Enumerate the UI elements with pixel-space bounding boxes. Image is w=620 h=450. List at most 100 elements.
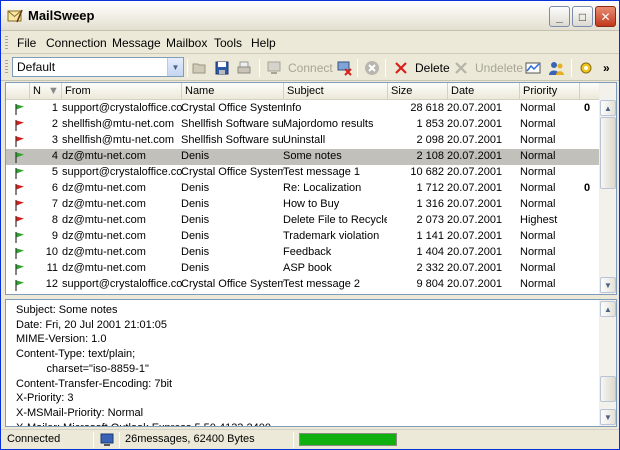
- message-number: 2: [51, 118, 58, 130]
- message-date: 20.07.2001: [447, 230, 503, 242]
- column-number[interactable]: N ▼: [30, 83, 62, 100]
- close-button[interactable]: ✕: [595, 6, 616, 27]
- menu-file[interactable]: File: [17, 36, 36, 50]
- message-from: support@crystaloffice.com: [62, 102, 182, 114]
- minimize-button[interactable]: _: [549, 6, 570, 27]
- status-divider: [293, 432, 294, 448]
- computer-icon: [100, 433, 114, 446]
- red-flag-icon: [15, 216, 24, 227]
- message-row[interactable]: 2 shellfish@mtu-net.com Shellfish Software…: [6, 117, 600, 133]
- message-row[interactable]: 1 support@crystaloffice.com Crystal Office…: [6, 101, 600, 117]
- users-icon: [549, 62, 564, 75]
- message-row[interactable]: 12 support@crystaloffice.com Crystal Offic…: [6, 277, 600, 293]
- title-bar[interactable]: MailSweep _ □ ✕: [1, 1, 619, 31]
- preview-scrollbar[interactable]: ▲ ▼: [599, 300, 616, 426]
- message-row[interactable]: 5 support@crystaloffice.com Crystal Office…: [6, 165, 600, 181]
- message-from: dz@mtu-net.com: [62, 262, 146, 274]
- list-scrollbar[interactable]: ▲ ▼: [599, 83, 616, 294]
- menu-mailbox[interactable]: Mailbox: [166, 36, 207, 50]
- message-number: 7: [51, 198, 58, 210]
- menu-connection[interactable]: Connection: [46, 36, 107, 50]
- scroll-down-button[interactable]: ▼: [600, 409, 616, 425]
- options-button[interactable]: [578, 59, 594, 77]
- print-button[interactable]: [236, 59, 252, 77]
- menu-message[interactable]: Message: [112, 36, 161, 50]
- open-button[interactable]: [192, 59, 208, 77]
- red-flag-icon: [15, 120, 24, 131]
- connection-status: Connected: [7, 433, 61, 445]
- message-from: dz@mtu-net.com: [62, 150, 146, 162]
- message-row[interactable]: 11 dz@mtu-net.com Denis ASP book 2 332 20.07.…: [6, 261, 600, 277]
- chevron-down-icon[interactable]: ▼: [167, 58, 183, 76]
- column-subject[interactable]: Subject: [284, 83, 388, 100]
- floppy-disk-icon: [215, 61, 229, 75]
- connect-button[interactable]: Connect: [266, 59, 333, 77]
- message-name: Denis: [181, 182, 210, 194]
- column-size[interactable]: Size: [388, 83, 448, 100]
- column-flag[interactable]: [6, 83, 30, 100]
- message-row[interactable]: 4 dz@mtu-net.com Denis Some notes 2 108 20.07…: [6, 149, 600, 165]
- message-subject: Test message 1: [283, 166, 361, 178]
- chevron-up-icon: ▲: [604, 103, 612, 113]
- message-preview[interactable]: Subject: Some notes Date: Fri, 20 Jul 200…: [5, 299, 617, 427]
- red-flag-icon: [15, 136, 24, 147]
- disconnect-button[interactable]: [336, 59, 352, 77]
- filter-button[interactable]: [525, 59, 541, 77]
- accounts-button[interactable]: [547, 59, 565, 77]
- progress-fill: [300, 434, 396, 445]
- scroll-up-button[interactable]: ▲: [600, 301, 616, 317]
- message-number: 12: [45, 278, 58, 290]
- message-name: Denis: [181, 198, 210, 210]
- undelete-button[interactable]: Undelete: [453, 59, 523, 77]
- message-row[interactable]: 6 dz@mtu-net.com Denis Re: Localization 1 71…: [6, 181, 600, 197]
- menu-grip-icon[interactable]: [5, 36, 8, 51]
- message-row[interactable]: 8 dz@mtu-net.com Denis Delete File to Recyc…: [6, 213, 600, 229]
- message-priority: Normal: [520, 278, 556, 290]
- folder-open-icon: [192, 63, 206, 74]
- message-priority: Normal: [520, 262, 556, 274]
- message-row[interactable]: 9 dz@mtu-net.com Denis Trademark violation 1…: [6, 229, 600, 245]
- message-number: 3: [51, 134, 58, 146]
- menu-tools[interactable]: Tools: [214, 36, 242, 50]
- message-size: 2 073: [416, 214, 444, 226]
- filter-chart-icon: [525, 62, 541, 74]
- column-priority[interactable]: Priority: [520, 83, 580, 100]
- undelete-icon: [455, 62, 467, 74]
- mailbox-select[interactable]: Default ▼: [12, 57, 184, 77]
- column-name[interactable]: Name: [182, 83, 284, 100]
- message-row[interactable]: 7 dz@mtu-net.com Denis How to Buy 1 316 20.07…: [6, 197, 600, 213]
- column-from[interactable]: From: [62, 83, 182, 100]
- delete-button[interactable]: Delete: [393, 59, 450, 77]
- message-name: Shellfish Software support: [181, 134, 284, 146]
- toolbar-grip-icon[interactable]: [5, 60, 8, 75]
- toolbar-separator: [187, 59, 188, 77]
- connect-label: Connect: [288, 61, 333, 75]
- message-from: dz@mtu-net.com: [62, 230, 146, 242]
- paperclip-icon: 0: [584, 102, 591, 114]
- message-number: 4: [51, 150, 58, 162]
- scroll-thumb[interactable]: [600, 117, 616, 189]
- menu-help[interactable]: Help: [251, 36, 276, 50]
- toolbar-overflow-button[interactable]: »: [603, 59, 610, 77]
- message-subject: Test message 2: [283, 278, 361, 290]
- save-button[interactable]: [214, 59, 230, 77]
- delete-label: Delete: [415, 61, 450, 75]
- scroll-thumb[interactable]: [600, 376, 616, 402]
- message-list[interactable]: N ▼ From Name Subject Size Date Priority…: [5, 82, 617, 295]
- column-number-label: N: [33, 85, 41, 97]
- green-flag-icon: [15, 264, 24, 275]
- column-attachment[interactable]: [580, 83, 600, 100]
- column-date[interactable]: Date: [448, 83, 520, 100]
- scroll-up-button[interactable]: ▲: [600, 100, 616, 116]
- scroll-down-button[interactable]: ▼: [600, 277, 616, 293]
- red-flag-icon: [15, 200, 24, 211]
- message-subject: Some notes: [283, 150, 342, 162]
- maximize-button[interactable]: □: [572, 6, 593, 27]
- message-row[interactable]: 3 shellfish@mtu-net.com Shellfish Software…: [6, 133, 600, 149]
- message-from: dz@mtu-net.com: [62, 198, 146, 210]
- green-flag-icon: [15, 248, 24, 259]
- stop-button[interactable]: [364, 59, 380, 77]
- message-from: shellfish@mtu-net.com: [62, 134, 175, 146]
- header-line: X-Mailer: Microsoft Outlook Express 5.50…: [16, 422, 271, 426]
- message-row[interactable]: 10 dz@mtu-net.com Denis Feedback 1 404 20.07.…: [6, 245, 600, 261]
